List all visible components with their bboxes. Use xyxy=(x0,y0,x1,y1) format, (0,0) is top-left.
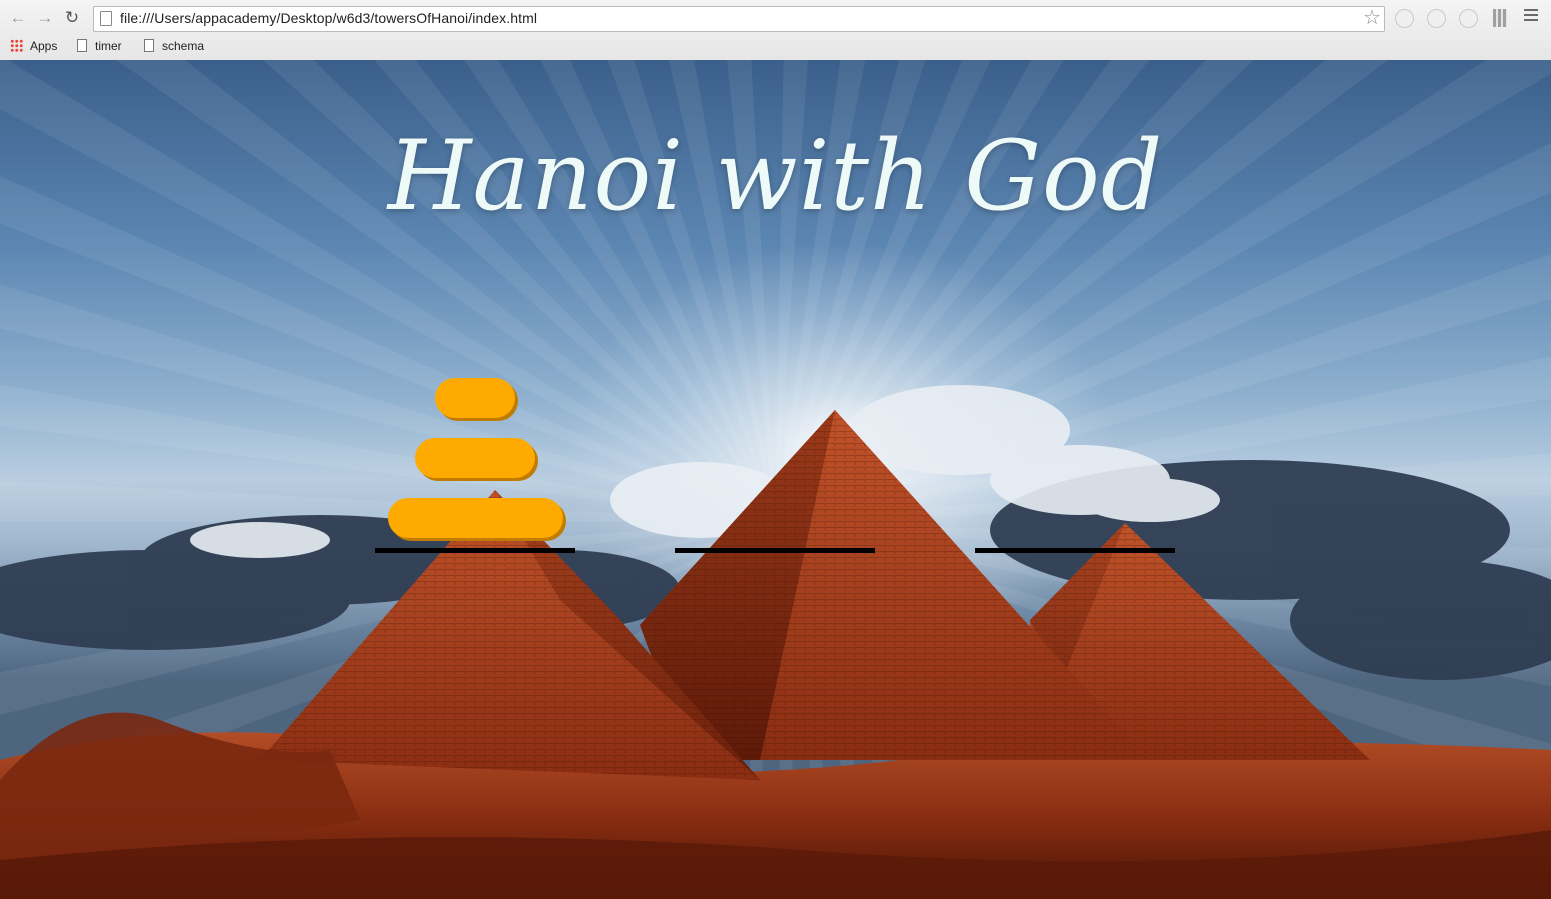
tower-base xyxy=(675,548,875,553)
extension-icon[interactable] xyxy=(1395,9,1414,28)
bookmark-star-icon[interactable]: ☆ xyxy=(1363,7,1381,29)
tower-3[interactable] xyxy=(975,60,1175,899)
bookmarks-bar: Apps timer schema xyxy=(0,36,1551,56)
forward-arrow-icon[interactable]: → xyxy=(35,8,55,28)
tower-2[interactable] xyxy=(675,60,875,899)
disc-large[interactable] xyxy=(388,498,563,538)
page-icon xyxy=(100,11,112,26)
page-icon xyxy=(144,39,154,52)
tower-base xyxy=(375,548,575,553)
menu-icon[interactable] xyxy=(1524,9,1538,25)
extension-icon[interactable] xyxy=(1459,9,1478,28)
bookmark-label: schema xyxy=(162,39,205,53)
disc-medium[interactable] xyxy=(415,438,535,478)
tower-base xyxy=(975,548,1175,553)
bookmark-label: timer xyxy=(95,39,122,53)
reload-icon[interactable]: ↻ xyxy=(62,8,82,28)
bookmark-apps[interactable]: Apps xyxy=(10,38,57,54)
address-bar[interactable]: file:///Users/appacademy/Desktop/w6d3/to… xyxy=(93,6,1385,32)
bookmark-schema[interactable]: schema xyxy=(144,38,204,54)
browser-toolbar: ← → ↻ file:///Users/appacademy/Desktop/w… xyxy=(0,0,1551,61)
disc-small[interactable] xyxy=(435,378,515,418)
apps-grid-icon xyxy=(10,39,23,52)
bookmark-timer[interactable]: timer xyxy=(77,38,122,54)
back-arrow-icon[interactable]: ← xyxy=(8,8,28,28)
bookmark-label: Apps xyxy=(30,39,58,53)
tower-1[interactable] xyxy=(375,60,575,899)
page-viewport: Hanoi with God xyxy=(0,60,1551,899)
page-icon xyxy=(77,39,87,52)
extension-icon[interactable] xyxy=(1427,9,1446,28)
extension-icon[interactable] xyxy=(1493,9,1507,27)
address-bar-url[interactable]: file:///Users/appacademy/Desktop/w6d3/to… xyxy=(120,10,537,26)
